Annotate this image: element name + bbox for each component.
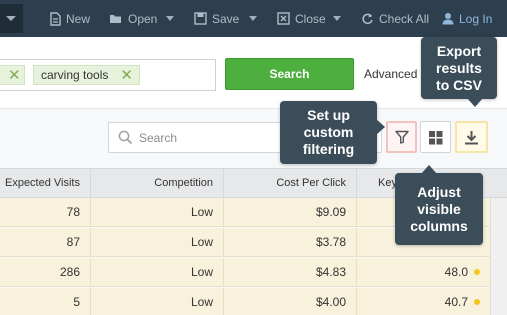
open-button-label: Open [128, 11, 158, 26]
cell-competition: Low [91, 198, 224, 226]
column-header-expected-visits[interactable]: Expected Visits [0, 169, 91, 197]
remove-keyword-icon[interactable]: ✕ [120, 68, 133, 83]
save-button-label: Save [212, 11, 240, 26]
remove-keyword-icon[interactable]: ✕ [8, 68, 21, 83]
cell-cost-per-click: $9.09 [224, 198, 357, 226]
advanced-link[interactable]: Advanced [364, 67, 417, 81]
columns-button[interactable] [420, 121, 451, 153]
keyword-chip-partial: ✕ [0, 65, 25, 85]
export-csv-button[interactable] [455, 121, 488, 153]
floppy-disk-icon [194, 12, 207, 25]
open-button[interactable]: Open [109, 0, 157, 37]
close-button-label: Close [295, 11, 326, 26]
open-dropdown-icon[interactable] [166, 16, 174, 21]
cell-expected-visits: 286 [0, 258, 91, 286]
user-icon [442, 13, 454, 25]
column-header-competition[interactable]: Competition [91, 169, 224, 197]
column-header-cost-per-click[interactable]: Cost Per Click [224, 169, 357, 197]
table-scrollbar[interactable] [490, 198, 507, 315]
main-toolbar: New Open Save Close Check All Log In [0, 0, 507, 37]
save-dropdown-icon[interactable] [249, 16, 257, 21]
check-all-button[interactable]: Check All [361, 0, 429, 37]
columns-tooltip: Adjust visible columns [395, 165, 483, 245]
cell-competition: Low [91, 228, 224, 256]
grid-columns-icon [429, 130, 443, 144]
new-button[interactable]: New [50, 0, 90, 37]
export-tooltip: Export results to CSV [421, 37, 497, 107]
table-row[interactable]: 5 Low $4.00 40.7 [0, 288, 507, 315]
score-indicator-dot [474, 299, 480, 305]
filter-button[interactable] [386, 121, 417, 153]
close-box-icon [277, 12, 290, 25]
close-button[interactable]: Close [277, 0, 326, 37]
close-dropdown-icon[interactable] [333, 16, 341, 21]
log-in-button[interactable]: Log In [442, 0, 492, 37]
cell-competition: Low [91, 258, 224, 286]
score-indicator-dot [474, 269, 480, 275]
save-button[interactable]: Save [194, 0, 239, 37]
search-button[interactable]: Search [225, 58, 354, 90]
new-document-icon [50, 11, 61, 26]
chevron-down-icon [6, 16, 16, 21]
table-row[interactable]: 286 Low $4.83 48.0 [0, 258, 507, 287]
log-in-button-label: Log In [459, 11, 493, 26]
cell-score: 48.0 [357, 258, 490, 286]
score-value: 40.7 [444, 295, 468, 309]
folder-icon [110, 14, 121, 23]
toolbar-dropdown-button[interactable] [0, 4, 23, 33]
cell-expected-visits: 78 [0, 198, 91, 226]
keyword-chip: carving tools ✕ [33, 65, 140, 85]
filter-tooltip: Set up custom filtering [280, 101, 385, 164]
score-value: 48.0 [444, 265, 468, 279]
cell-score: 40.7 [357, 288, 490, 315]
cell-expected-visits: 5 [0, 288, 91, 315]
cell-cost-per-click: $4.83 [224, 258, 357, 286]
filter-funnel-icon [394, 130, 409, 144]
cell-expected-visits: 87 [0, 228, 91, 256]
cell-cost-per-click: $3.78 [224, 228, 357, 256]
new-button-label: New [66, 11, 91, 26]
check-all-button-label: Check All [379, 11, 430, 26]
search-icon [118, 130, 133, 145]
refresh-icon [362, 13, 373, 25]
keyword-chip-label: carving tools [41, 68, 109, 82]
keyword-input-box[interactable]: ✕ carving tools ✕ [0, 59, 216, 91]
download-icon [465, 130, 478, 144]
cell-competition: Low [91, 288, 224, 315]
cell-cost-per-click: $4.00 [224, 288, 357, 315]
